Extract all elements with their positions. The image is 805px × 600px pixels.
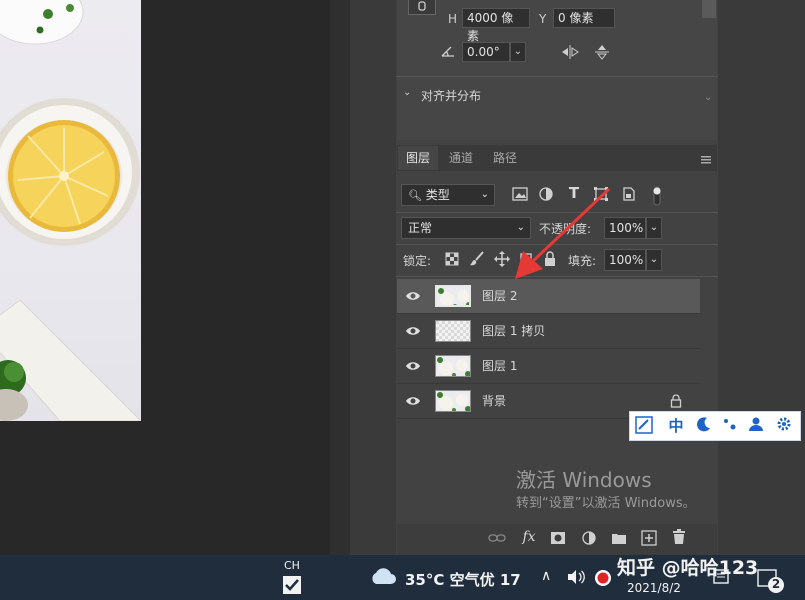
weather-cloud-icon[interactable]	[369, 566, 397, 586]
layer-style-fx-icon[interactable]: fx	[519, 529, 539, 545]
link-layers-icon[interactable]	[488, 532, 506, 548]
chevron-down-icon: ⌄	[480, 189, 489, 200]
blend-mode-label: 正常	[408, 221, 433, 235]
ime-logo-icon[interactable]	[634, 416, 654, 436]
panel-dock-gap	[350, 0, 396, 555]
activate-windows-title: 激活 Windows	[516, 468, 652, 492]
layer-thumbnail	[435, 355, 471, 377]
link-dimensions-icon[interactable]	[408, 0, 436, 15]
layer-thumbnail-transparent	[435, 320, 471, 342]
new-adjustment-layer-icon[interactable]	[581, 531, 597, 549]
lock-image-pixels-brush-icon[interactable]	[469, 251, 485, 271]
ime-settings-gear-icon[interactable]	[774, 416, 794, 436]
ime-chinese-mode[interactable]: 中	[666, 416, 686, 436]
ime-toolbar: 中	[629, 411, 801, 441]
panel-scroll-down-icon[interactable]: ⌄	[704, 92, 712, 103]
delete-layer-trash-icon[interactable]	[671, 529, 687, 549]
weather-status[interactable]: 35°C 空气优 17	[405, 569, 521, 590]
layer-thumbnail	[435, 390, 471, 412]
height-label: H	[448, 12, 458, 26]
y-position-input[interactable]: 0 像素	[553, 8, 615, 28]
new-group-folder-icon[interactable]	[611, 531, 627, 549]
add-mask-icon[interactable]	[550, 531, 566, 549]
height-input[interactable]: 4000 像素	[462, 8, 530, 43]
search-icon: 🔍︎	[408, 189, 422, 202]
eye-visibility-icon[interactable]	[405, 359, 421, 373]
layer-name[interactable]: 背景	[482, 384, 506, 418]
ime-mode-checkbox-icon[interactable]	[283, 576, 301, 594]
lock-label: 锁定:	[403, 254, 432, 268]
canvas-image[interactable]	[0, 0, 141, 421]
action-center-notification-icon[interactable]	[712, 568, 730, 586]
angle-input[interactable]: 0.00°	[462, 42, 510, 62]
angle-dropdown-chevron-icon[interactable]: ⌄	[510, 42, 526, 62]
right-dock-area	[718, 0, 805, 555]
red-arrow-annotation	[515, 187, 611, 279]
filter-toggle-switch[interactable]	[652, 185, 662, 207]
panel-menu-icon[interactable]	[700, 153, 712, 164]
layer-row[interactable]: 图层 1	[397, 349, 700, 384]
flip-horizontal-icon[interactable]	[560, 43, 580, 61]
new-layer-icon[interactable]	[641, 530, 657, 550]
divider	[396, 76, 718, 77]
ime-punctuation-icon[interactable]	[720, 416, 740, 436]
tab-channels[interactable]: 通道	[441, 146, 481, 170]
eye-visibility-icon[interactable]	[405, 324, 421, 338]
tab-layers[interactable]: 图层	[398, 146, 439, 170]
taskbar-date[interactable]: 2021/8/2	[627, 581, 681, 595]
angle-icon	[440, 44, 456, 58]
screen-recording-icon[interactable]	[594, 569, 612, 587]
layer-name[interactable]: 图层 1	[482, 349, 517, 383]
layer-thumbnail	[435, 285, 471, 307]
collapse-chevron-icon[interactable]: ⌄	[403, 87, 411, 98]
eye-visibility-icon[interactable]	[405, 289, 421, 303]
zhihu-watermark: 知乎 @哈哈123	[617, 557, 759, 579]
lock-transparent-pixels-icon[interactable]	[444, 252, 460, 270]
ime-half-width-moon-icon[interactable]	[694, 416, 714, 436]
ime-user-icon[interactable]	[746, 416, 766, 436]
opacity-dropdown-chevron-icon[interactable]: ⌄	[646, 217, 662, 239]
notification-count: 2	[771, 577, 781, 591]
flip-vertical-icon[interactable]	[592, 43, 612, 61]
layer-name[interactable]: 图层 1 拷贝	[482, 314, 545, 348]
eye-visibility-icon[interactable]	[405, 394, 421, 408]
volume-speaker-icon[interactable]	[566, 569, 586, 585]
filter-smart-object-icon[interactable]	[621, 187, 637, 205]
properties-scrollbar[interactable]	[702, 0, 716, 18]
show-hidden-icons-chevron-icon[interactable]: ∧	[541, 568, 551, 584]
y-label: Y	[539, 12, 547, 26]
food-photo-graphic	[0, 0, 141, 421]
layer-locked-icon	[670, 394, 682, 408]
canvas-gutter	[330, 0, 350, 555]
ime-language-indicator[interactable]: CH	[284, 559, 300, 572]
align-distribute-section[interactable]: 对齐并分布	[421, 87, 481, 104]
layer-row[interactable]: 图层 1 拷贝	[397, 314, 700, 349]
activate-windows-subtitle: 转到“设置”以激活 Windows。	[516, 496, 696, 511]
filter-kind-label: 类型	[425, 188, 450, 202]
layer-filter-dropdown[interactable]: 🔍︎ 类型 ⌄	[401, 184, 495, 206]
tab-paths[interactable]: 路径	[485, 146, 525, 170]
fill-dropdown-chevron-icon[interactable]: ⌄	[646, 249, 662, 271]
